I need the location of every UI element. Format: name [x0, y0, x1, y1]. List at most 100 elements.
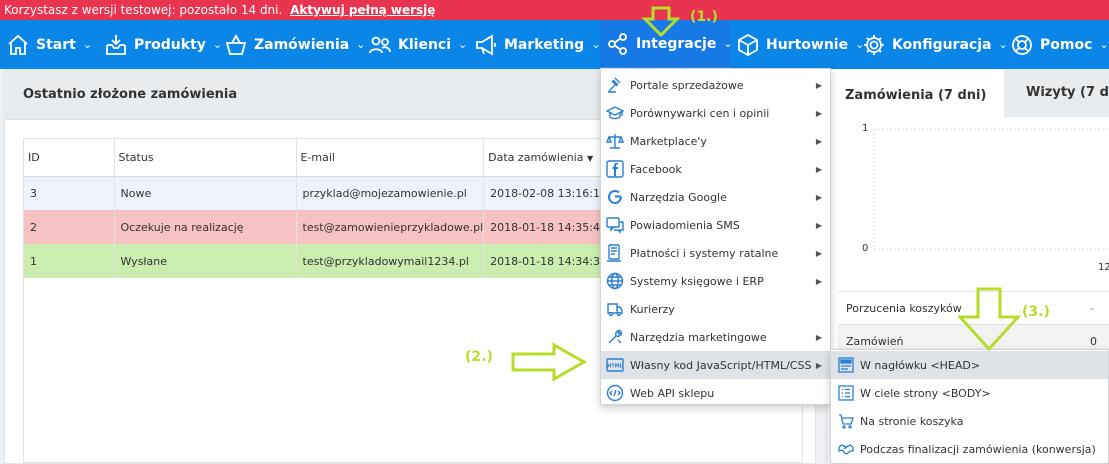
menu-item-label: Porównywarki cen i opinii [630, 106, 770, 120]
chevron-right-icon: ▶ [815, 360, 822, 370]
cell-email: przyklad@mojezamowienie.pl [296, 176, 485, 210]
nav-start[interactable]: Start ⌄ [0, 20, 98, 69]
submenu-item-label: Podczas finalizacji zamówienia (konwersj… [860, 442, 1096, 456]
menu-item-systemy-ksiegowe[interactable]: Systemy księgowe i ERP ▶ [601, 267, 830, 295]
menu-item-narzedzia-marketingowe[interactable]: Narzędzia marketingowe ▶ [601, 323, 830, 351]
main-nav: Start ⌄ Produkty ⌄ Zamówienia ⌄ Klienci ⌄ Ma… [0, 20, 1109, 69]
col-email-header[interactable]: E-mail [296, 139, 485, 177]
chevron-right-icon: ▶ [815, 220, 822, 230]
custom-code-submenu: W nagłówku <HEAD> W ciele strony <BODY> … [830, 349, 1109, 464]
share-icon [608, 32, 627, 55]
menu-item-label: Narzędzia marketingowe [630, 330, 767, 344]
activate-full-version-link[interactable]: Aktywuj pełną wersję [290, 3, 435, 17]
nav-konfiguracja-label: Konfiguracja [892, 36, 992, 53]
nav-hurtownie[interactable]: Hurtownie ⌄ [730, 20, 864, 69]
nav-konfiguracja[interactable]: Konfiguracja ⌄ [856, 20, 1008, 69]
menu-item-label: Portale sprzedażowe [630, 78, 744, 92]
cell-date: 2018-01-18 14:34:38 [483, 244, 615, 278]
menu-item-portale[interactable]: Portale sprzedażowe ▶ [601, 71, 830, 99]
nav-zamowienia[interactable]: Zamówienia ⌄ [218, 20, 365, 69]
svg-text:HTML: HTML [607, 364, 624, 370]
submenu-item-cart[interactable]: Na stronie koszyka [831, 407, 1108, 435]
nav-hurtownie-label: Hurtownie [766, 36, 849, 53]
api-icon [606, 384, 624, 402]
y-axis-tick-top: 1 [862, 123, 868, 134]
menu-item-porownywarki[interactable]: Porównywarki cen i opinii ▶ [601, 99, 830, 127]
nav-klienci[interactable]: Klienci ⌄ [362, 20, 468, 69]
stats-tabs: Zamówienia (7 dni) Wizyty (7 dni) [828, 69, 1109, 117]
chevron-right-icon: ▶ [815, 136, 822, 146]
menu-item-kurierzy[interactable]: Kurierzy [601, 295, 830, 323]
chevron-down-icon: ⌄ [82, 38, 93, 51]
menu-item-google[interactable]: Narzędzia Google ▶ [601, 183, 830, 211]
nav-marketing[interactable]: Marketing ⌄ [468, 20, 600, 69]
cell-status: Wysłane [114, 244, 297, 278]
tools-icon [608, 329, 623, 344]
chevron-right-icon: ▶ [815, 108, 822, 118]
sms-icon [606, 217, 624, 234]
chevron-down-icon: ⌄ [458, 38, 468, 51]
col-status-header[interactable]: Status [114, 139, 297, 177]
nav-start-label: Start [36, 36, 76, 53]
cell-email: test@przykladowymail1234.pl [296, 244, 485, 278]
menu-item-label: Narzędzia Google [630, 190, 727, 204]
html-icon: HTML [606, 358, 624, 372]
cell-email: test@zamowienieprzykladowe.pl [296, 210, 485, 244]
trial-bar: Korzystasz z wersji testowej: pozostało … [0, 0, 1109, 20]
annotation-arrow-3 [958, 287, 1022, 352]
submenu-item-body[interactable]: W ciele strony <BODY> [831, 379, 1108, 407]
basket-icon [225, 33, 247, 55]
gear-icon [864, 34, 884, 55]
home-icon [8, 34, 28, 55]
table-row[interactable]: 2 Oczekuje na realizację test@zamowienie… [24, 210, 615, 244]
cell-date: 2018-01-18 14:35:49 [483, 210, 615, 244]
menu-item-label: Kurierzy [630, 302, 675, 316]
facebook-icon [606, 160, 624, 178]
submenu-item-conversion[interactable]: Podczas finalizacji zamówienia (konwersj… [831, 435, 1108, 463]
orders-table: ID Status E-mail Data zamówienia ▼ 3 Now… [24, 139, 615, 278]
courier-icon [607, 303, 623, 317]
menu-item-platnosci[interactable]: Płatności i systemy ratalne ▶ [601, 239, 830, 267]
stat-value: - [1090, 301, 1094, 315]
table-row[interactable]: 3 Nowe przyklad@mojezamowienie.pl 2018-0… [24, 176, 615, 210]
nav-pomoc[interactable]: Pomoc ⌄ [1004, 20, 1109, 69]
chevron-right-icon: ▶ [815, 80, 822, 90]
nav-zamowienia-label: Zamówienia [254, 36, 350, 53]
col-date-header[interactable]: Data zamówienia ▼ [483, 139, 615, 177]
menu-item-web-api[interactable]: Web API sklepu [601, 379, 830, 407]
sort-desc-icon: ▼ [586, 153, 594, 163]
list-icon [838, 385, 854, 401]
chevron-right-icon: ▶ [815, 164, 822, 174]
menu-item-wlasny-kod[interactable]: HTML Własny kod JavaScript/HTML/CSS ▶ [601, 351, 830, 379]
orders-chart-svg: 1 0 12 [862, 123, 1109, 273]
menu-item-facebook[interactable]: Facebook ▶ [601, 155, 830, 183]
submenu-item-label: W nagłówku <HEAD> [860, 358, 981, 372]
annotation-label-1: (1.) [690, 9, 718, 25]
cell-status: Nowe [114, 176, 297, 210]
menu-item-label: Własny kod JavaScript/HTML/CSS [630, 358, 812, 372]
table-row[interactable]: 1 Wysłane test@przykladowymail1234.pl 20… [24, 244, 615, 278]
integracje-dropdown-menu: Portale sprzedażowe ▶ Porównywarki cen i … [600, 68, 831, 405]
stat-label: Zamówień [846, 334, 904, 348]
col-id-header[interactable]: ID [24, 139, 115, 177]
trial-text: Korzystasz z wersji testowej: pozostało … [4, 3, 283, 17]
tab-visits-7-days[interactable]: Wizyty (7 dni) [1026, 69, 1109, 117]
menu-item-sms[interactable]: Powiadomienia SMS ▶ [601, 211, 830, 239]
submenu-item-head[interactable]: W nagłówku <HEAD> [831, 351, 1108, 379]
x-axis-tick: 12 [1098, 262, 1109, 273]
chevron-down-icon: ⌄ [1099, 38, 1109, 51]
menu-item-marketplace[interactable]: Marketplace'y ▶ [601, 127, 830, 155]
google-icon [607, 189, 622, 205]
tab-orders-7-days[interactable]: Zamówienia (7 dni) [828, 69, 1004, 117]
menu-item-label: Systemy księgowe i ERP [630, 274, 764, 288]
col-date-label: Data zamówienia [488, 150, 584, 164]
cell-status: Oczekuje na realizację [114, 210, 297, 244]
handshake-icon [838, 444, 854, 455]
annotation-label-3: (3.) [1022, 304, 1050, 320]
nav-produkty[interactable]: Produkty ⌄ [98, 20, 222, 69]
box-down-icon [106, 34, 126, 55]
nav-pomoc-label: Pomoc [1040, 36, 1093, 53]
payment-icon [607, 244, 621, 262]
cell-id: 3 [24, 176, 115, 210]
y-axis-tick-bottom: 0 [862, 243, 868, 254]
